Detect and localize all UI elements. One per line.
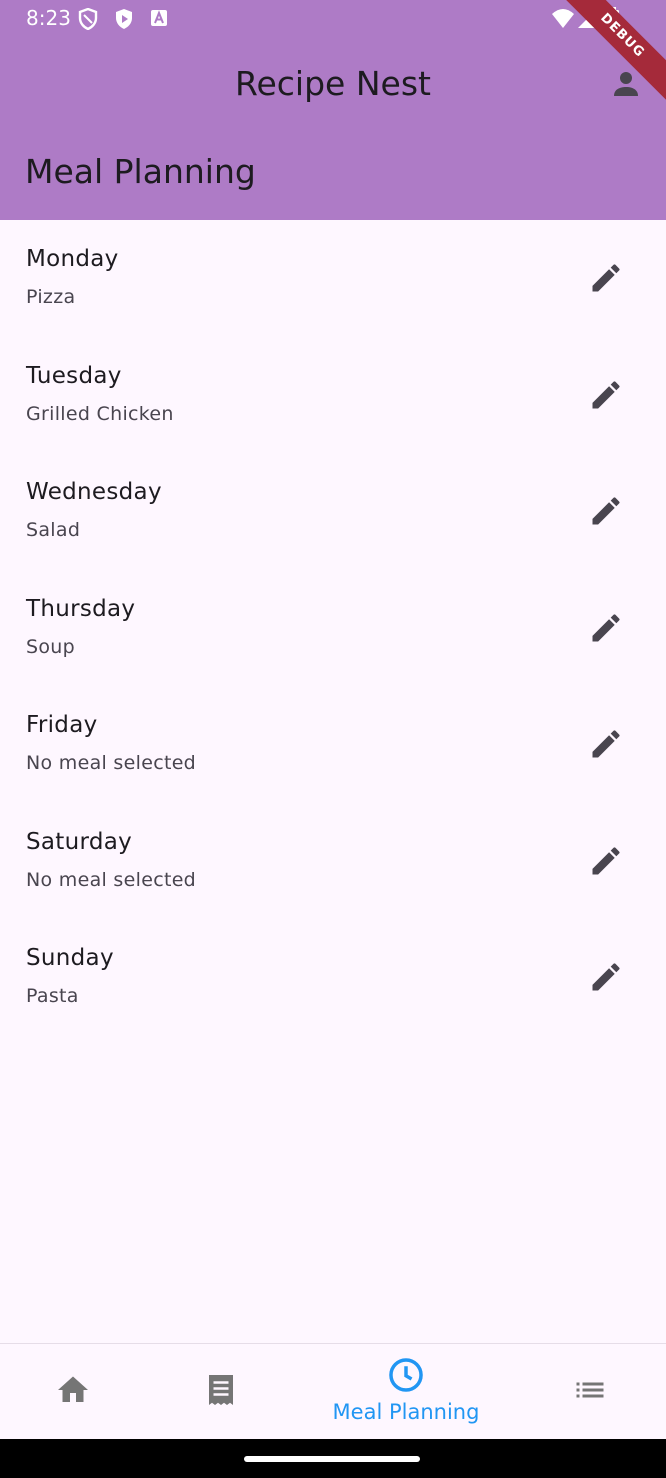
clock-icon (389, 1358, 423, 1392)
wifi-icon (552, 9, 574, 28)
day-name: Saturday (26, 828, 133, 855)
receipt-icon (209, 1375, 233, 1405)
status-time: 8:23 (26, 6, 71, 30)
day-row-sunday[interactable]: Sunday Pasta (0, 919, 666, 1036)
pencil-icon (592, 963, 620, 991)
system-navigation-bar (0, 1439, 666, 1478)
home-icon (58, 1376, 88, 1402)
edit-button[interactable] (588, 260, 624, 296)
day-meal: No meal selected (26, 752, 197, 774)
edit-button[interactable] (588, 377, 624, 413)
list-icon (576, 1382, 604, 1398)
edit-button[interactable] (588, 726, 624, 762)
edit-button[interactable] (588, 959, 624, 995)
day-row-saturday[interactable]: Saturday No meal selected (0, 803, 666, 920)
day-meal: Pizza (26, 286, 76, 308)
day-meal: Pasta (26, 985, 79, 1007)
day-row-wednesday[interactable]: Wednesday Salad (0, 453, 666, 570)
day-name: Sunday (26, 945, 114, 971)
day-meal: Salad (26, 519, 81, 541)
pencil-icon (592, 380, 620, 408)
day-row-monday[interactable]: Monday Pizza (0, 220, 666, 337)
day-row-tuesday[interactable]: Tuesday Grilled Chicken (0, 337, 666, 454)
nav-meal-planning[interactable]: Meal Planning (306, 1344, 506, 1440)
day-name: Thursday (26, 595, 136, 622)
pencil-icon (592, 730, 620, 758)
bottom-navigation: Meal Planning (0, 1343, 666, 1440)
shield-icon (78, 7, 98, 31)
pencil-icon (592, 264, 620, 292)
day-meal: Grilled Chicken (26, 402, 174, 425)
meal-plan-list: Monday Pizza Tuesday Grilled Chicken Wed… (0, 220, 666, 1036)
day-name: Friday (26, 712, 98, 738)
app-title: Recipe Nest (235, 64, 431, 103)
day-meal: No meal selected (26, 868, 197, 891)
play-protect-icon (114, 8, 134, 30)
edit-button[interactable] (588, 493, 624, 529)
app-a-icon (150, 8, 170, 30)
nav-label: Meal Planning (332, 1400, 480, 1424)
screen: 8:23 Recipe Nest Meal Planning DEBUG Mon… (0, 0, 666, 1478)
day-meal: Soup (26, 635, 75, 658)
app-bar: Recipe Nest Meal Planning (0, 40, 666, 220)
pencil-icon (592, 497, 620, 525)
edit-button[interactable] (588, 610, 624, 646)
nav-home[interactable] (0, 1344, 146, 1440)
nav-recipes[interactable] (146, 1344, 296, 1440)
pencil-icon (592, 613, 620, 641)
day-row-thursday[interactable]: Thursday Soup (0, 570, 666, 687)
day-name: Tuesday (26, 362, 122, 389)
day-name: Wednesday (26, 479, 162, 505)
pencil-icon (592, 846, 620, 874)
status-bar: 8:23 (0, 0, 666, 40)
day-name: Monday (26, 246, 119, 272)
edit-button[interactable] (588, 843, 624, 879)
page-heading: Meal Planning (25, 152, 256, 191)
nav-list[interactable] (520, 1344, 666, 1440)
home-gesture-bar[interactable] (244, 1456, 420, 1462)
day-row-friday[interactable]: Friday No meal selected (0, 686, 666, 803)
